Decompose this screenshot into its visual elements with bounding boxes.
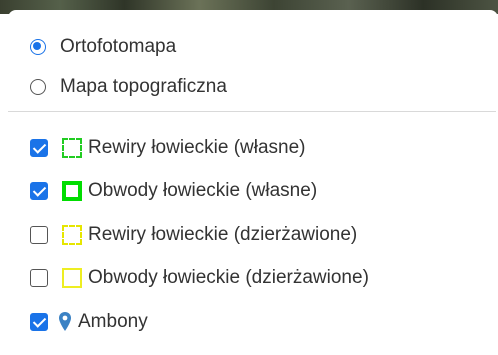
yellow-solid-swatch-icon (62, 268, 82, 288)
overlay-label: Obwody łowieckie (dzierżawione) (88, 267, 369, 288)
layer-control-panel: Ortofotomapa Mapa topograficzna Rewiry ł… (8, 10, 498, 350)
green-dashed-swatch-icon (62, 138, 82, 158)
base-layer-label: Ortofotomapa (60, 36, 177, 57)
overlay-label: Ambony (78, 311, 148, 332)
overlay-obwody-dzierzawione[interactable]: Obwody łowieckie (dzierżawione) (8, 261, 369, 295)
base-layer-label: Mapa topograficzna (60, 76, 227, 97)
overlay-label: Rewiry łowieckie (własne) (88, 137, 306, 158)
checkbox-obwody-wlasne[interactable] (30, 182, 48, 200)
overlay-ambony[interactable]: Ambony (8, 305, 148, 339)
overlay-obwody-wlasne[interactable]: Obwody łowieckie (własne) (8, 174, 317, 208)
base-layer-mapa-topograficzna[interactable]: Mapa topograficzna (8, 70, 227, 104)
radio-ortofotomapa[interactable] (30, 39, 46, 55)
map-pin-icon (58, 311, 72, 333)
base-layer-ortofotomapa[interactable]: Ortofotomapa (8, 30, 176, 64)
overlay-rewiry-dzierzawione[interactable]: Rewiry łowieckie (dzierżawione) (8, 218, 357, 252)
checkbox-rewiry-dzierzawione[interactable] (30, 226, 48, 244)
checkbox-rewiry-wlasne[interactable] (30, 139, 48, 157)
yellow-dashed-swatch-icon (62, 225, 82, 245)
overlay-label: Obwody łowieckie (własne) (88, 180, 318, 201)
overlay-label: Rewiry łowieckie (dzierżawione) (88, 224, 358, 245)
green-solid-swatch-icon (62, 181, 82, 201)
radio-mapa-topograficzna[interactable] (30, 79, 46, 95)
separator (8, 111, 496, 112)
overlay-rewiry-wlasne[interactable]: Rewiry łowieckie (własne) (8, 131, 306, 165)
checkbox-obwody-dzierzawione[interactable] (30, 269, 48, 287)
checkbox-ambony[interactable] (30, 313, 48, 331)
